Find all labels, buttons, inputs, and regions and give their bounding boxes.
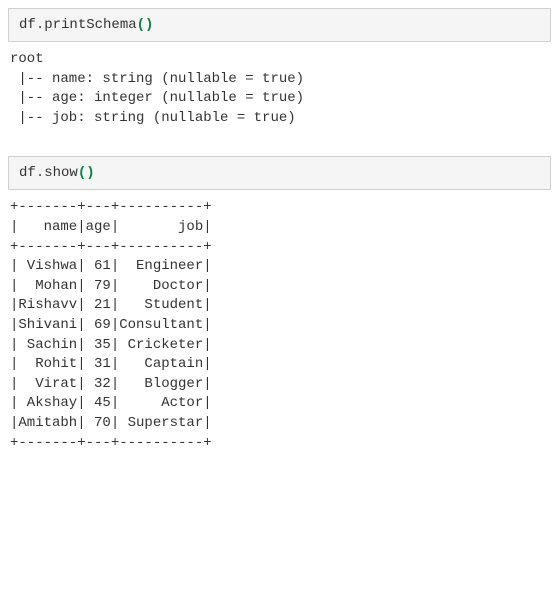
code-object: df [19,165,36,181]
code-method: printSchema [44,17,136,33]
code-cell-show[interactable]: df.show() [8,156,551,190]
code-object: df [19,17,36,33]
code-lparen: ( [137,17,145,33]
code-cell-printschema[interactable]: df.printSchema() [8,8,551,42]
cell-spacer [8,136,551,156]
code-method: show [44,165,78,181]
code-lparen: ( [78,165,86,181]
code-dot: . [36,17,44,33]
code-dot: . [36,165,44,181]
output-schema: root |-- name: string (nullable = true) … [8,42,551,136]
code-rparen: ) [145,17,153,33]
code-rparen: ) [86,165,94,181]
output-table: +-------+---+----------+ | name|age| job… [8,190,551,461]
